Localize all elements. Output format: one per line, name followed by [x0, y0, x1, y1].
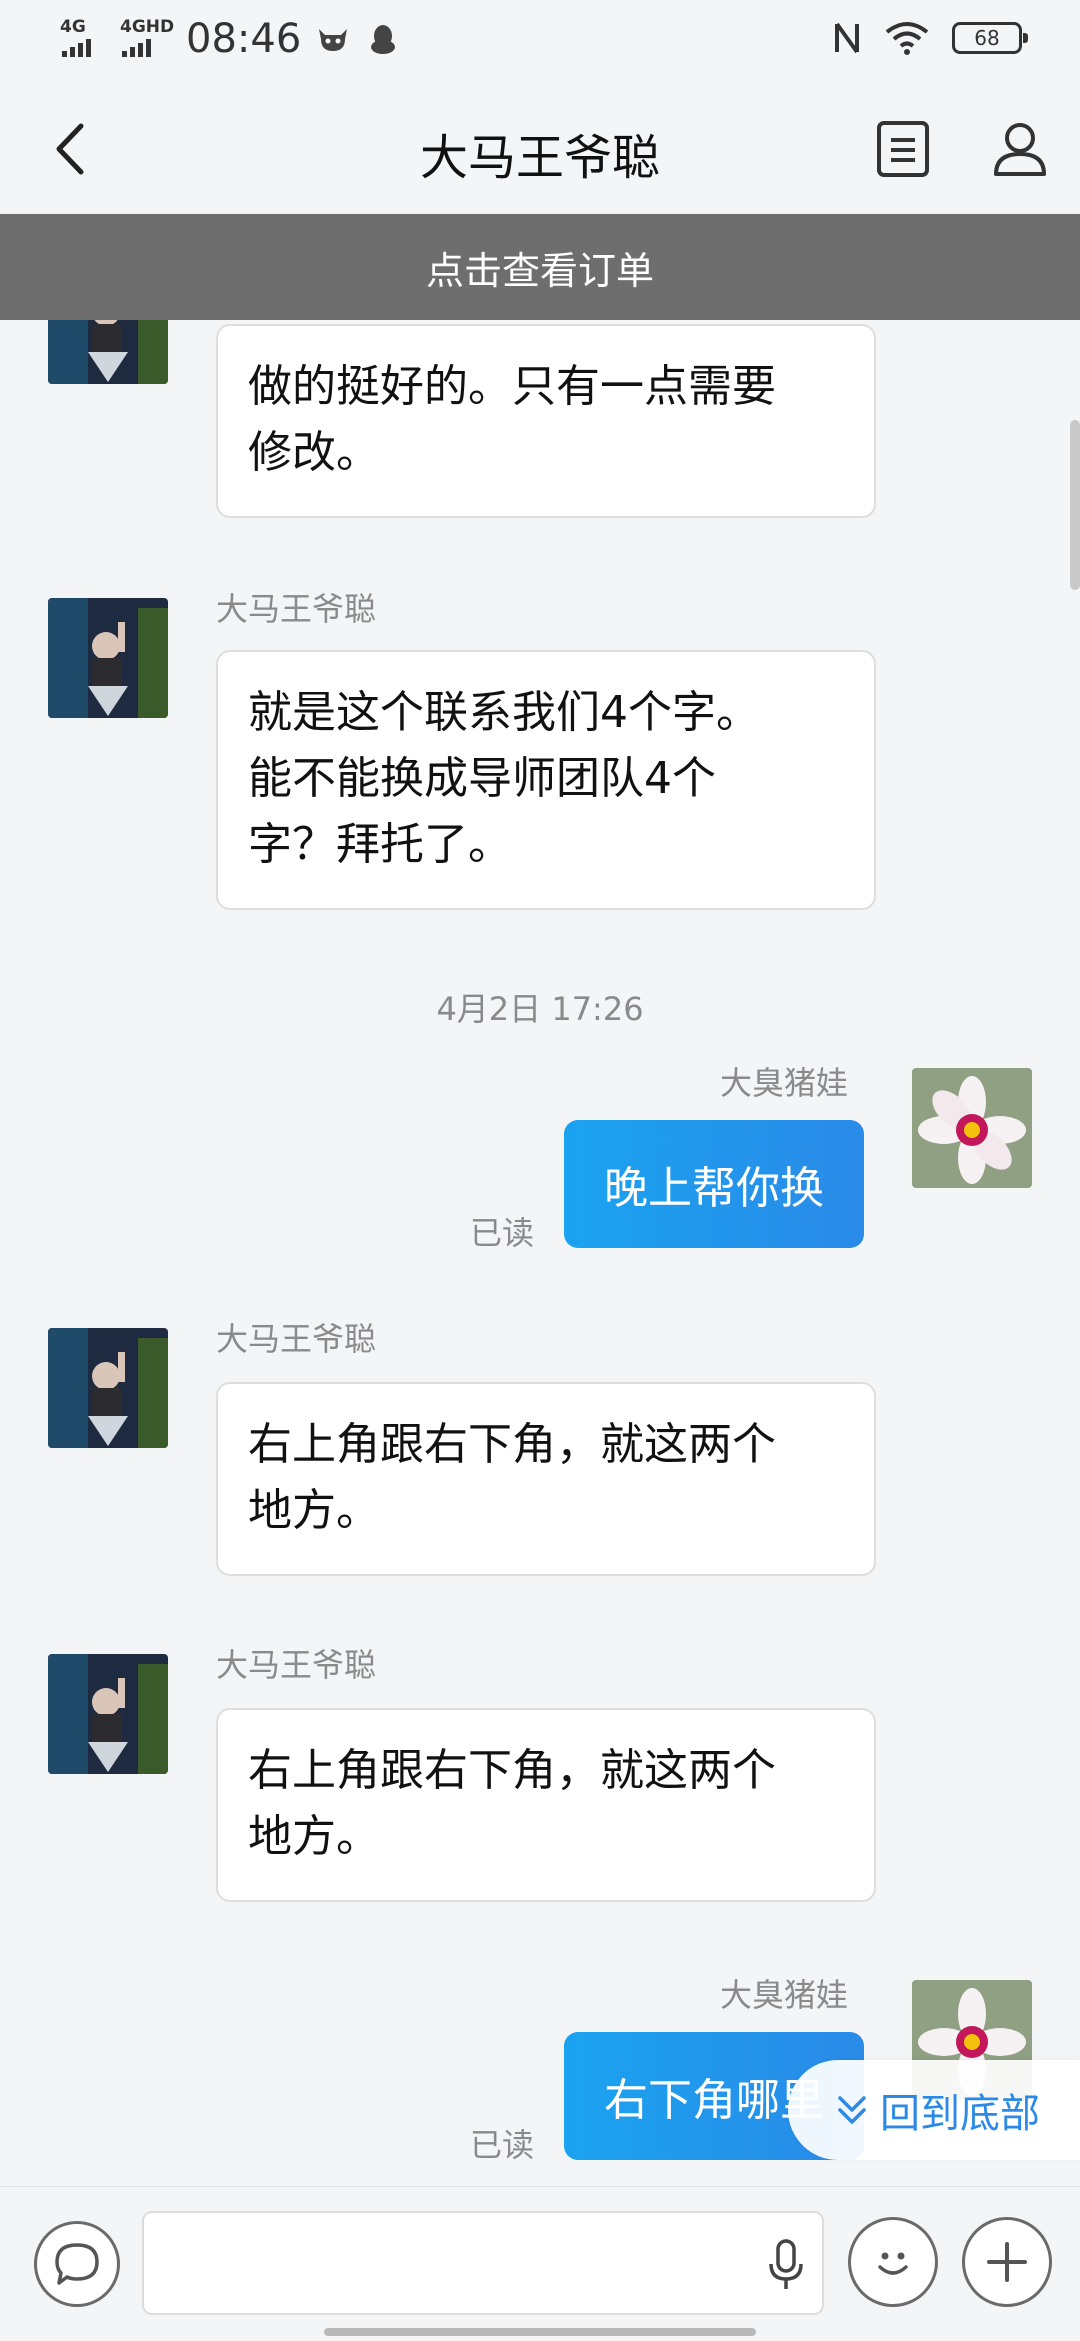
emoji-button[interactable]: [848, 2217, 938, 2307]
timestamp-separator: 4月2日 17:26: [436, 990, 644, 1028]
read-status: 已读: [470, 2126, 535, 2164]
home-indicator[interactable]: [324, 2328, 756, 2336]
message-text-line: 修改。: [248, 427, 380, 478]
message-bubble[interactable]: 右上角跟右下角，就这两个 地方。: [216, 1708, 876, 1902]
scroll-to-bottom-button[interactable]: 回到底部: [788, 2060, 1080, 2160]
wifi-icon: [885, 22, 929, 55]
message-text-line: 右上角跟右下角，就这两个: [248, 1745, 776, 1796]
plus-icon: [987, 2242, 1027, 2282]
chat-message-list[interactable]: 做的挺好的。只有一点需要 修改。 大马王爷聪 就是这个联系我们4个字。 能不能换…: [0, 320, 1080, 2186]
signal-4ghd-icon: 4GHD: [120, 17, 174, 61]
message-text-line: 地方。: [248, 1485, 380, 1536]
message-text-line: 能不能换成导师团队4个: [248, 753, 716, 804]
message-text-line: 字？拜托了。: [248, 819, 512, 870]
title-bar: 大马王爷聪: [0, 84, 1080, 214]
qq-penguin-icon: [371, 25, 396, 54]
sender-name: 大臭猪娃: [720, 1064, 849, 1102]
voice-input-button[interactable]: [756, 2235, 816, 2295]
smiley-icon: [878, 2252, 908, 2275]
sender-name: 大马王爷聪: [216, 590, 377, 628]
avatar[interactable]: [48, 1654, 168, 1774]
order-document-button[interactable]: [868, 114, 938, 184]
speech-bubble-icon: [55, 2243, 99, 2285]
message-text-line: 做的挺好的。只有一点需要: [248, 361, 776, 412]
chat-mode-button[interactable]: [34, 2221, 120, 2307]
avatar[interactable]: [48, 598, 168, 718]
avatar[interactable]: [48, 1328, 168, 1448]
message-text-line: 就是这个联系我们4个字。: [248, 687, 760, 738]
avatar[interactable]: [48, 320, 168, 384]
sender-name: 大臭猪娃: [720, 1976, 849, 2014]
battery-icon: 68: [952, 22, 1028, 54]
message-bubble[interactable]: 做的挺好的。只有一点需要 修改。: [216, 324, 876, 518]
message-input-field[interactable]: [164, 2233, 728, 2295]
sender-name: 大马王爷聪: [216, 1646, 377, 1684]
signal-4g-icon: 4G: [60, 17, 106, 61]
sender-name: 大马王爷聪: [216, 1320, 377, 1358]
message-text-line: 地方。: [248, 1811, 380, 1862]
status-bar: 4G 4GHD 08:46 68: [0, 0, 1080, 84]
user-profile-icon: [994, 123, 1046, 176]
message-bubble-self[interactable]: 晚上帮你换: [564, 1120, 864, 1248]
scrollbar[interactable]: [1070, 420, 1080, 590]
microphone-icon: [769, 2239, 803, 2289]
more-button[interactable]: [962, 2217, 1052, 2307]
status-time: 08:46: [186, 16, 302, 62]
view-order-banner[interactable]: 点击查看订单: [0, 214, 1080, 320]
document-icon: [877, 121, 929, 177]
avatar-self[interactable]: [912, 1068, 1032, 1188]
nfc-icon: [835, 22, 859, 54]
double-chevron-down-icon: [838, 2096, 866, 2124]
scroll-to-bottom-label: 回到底部: [880, 2091, 1040, 2137]
read-status: 已读: [470, 1214, 535, 1252]
cow-icon: [319, 29, 348, 51]
profile-button[interactable]: [985, 114, 1055, 184]
input-bar: [0, 2186, 1080, 2341]
message-input[interactable]: [142, 2211, 824, 2315]
message-bubble[interactable]: 就是这个联系我们4个字。 能不能换成导师团队4个 字？拜托了。: [216, 650, 876, 910]
message-text-line: 右上角跟右下角，就这两个: [248, 1419, 776, 1470]
message-bubble[interactable]: 右上角跟右下角，就这两个 地方。: [216, 1382, 876, 1576]
